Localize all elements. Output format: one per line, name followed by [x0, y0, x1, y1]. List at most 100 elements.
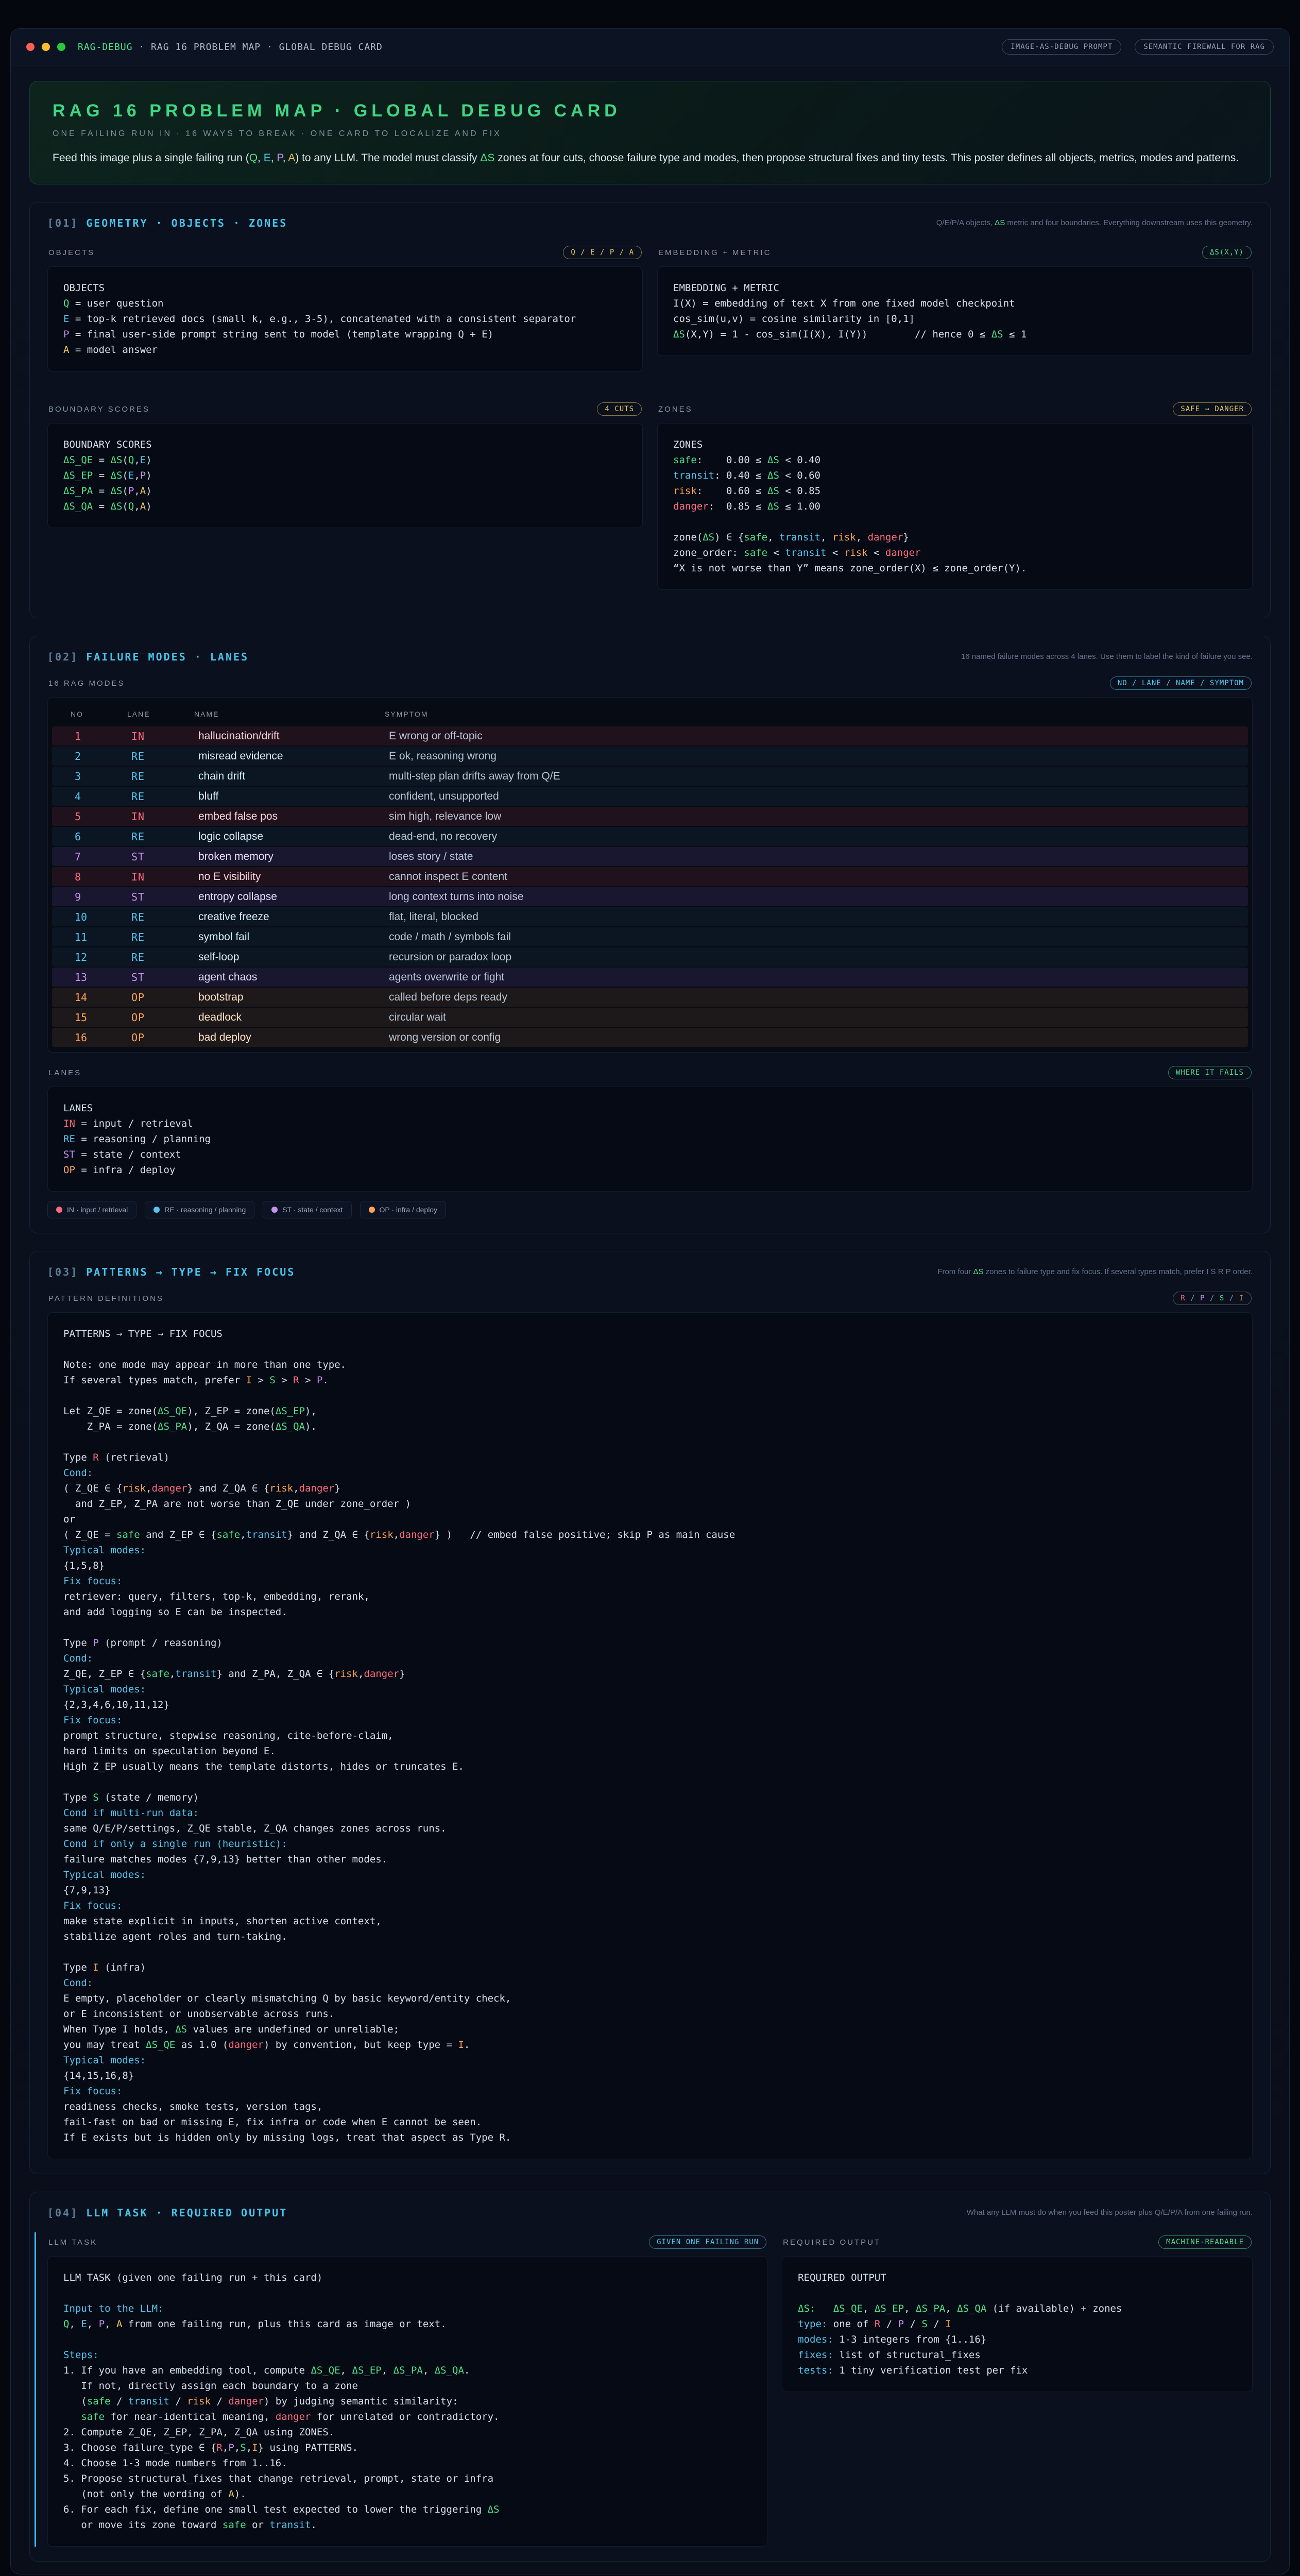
- table-row-mode-8: 8INno E visibilitycannot inspect E conte…: [52, 867, 1248, 886]
- code-line: 4. Choose 1-3 mode numbers from 1..16.: [63, 2455, 751, 2471]
- code-line: Typical modes:: [63, 1682, 1237, 1697]
- cell-lane: RE: [131, 790, 198, 803]
- table-row-mode-16: 16OPbad deploywrong version or config: [52, 1028, 1248, 1047]
- legend-chip: ST · state / context: [263, 1201, 351, 1218]
- code-line: Typical modes:: [63, 2053, 1237, 2068]
- section-failure-modes-header: [02] FAILURE MODES · LANES 16 named fail…: [47, 651, 1253, 663]
- code-line: Cond:: [63, 1651, 1237, 1666]
- window-close-icon[interactable]: [26, 43, 35, 51]
- code-line: [673, 514, 1237, 530]
- cell-no: 4: [75, 790, 131, 803]
- legend-dot-icon: [369, 1207, 375, 1213]
- code-line: Fix focus:: [63, 1713, 1237, 1728]
- cell-sym: confident, unsupported: [389, 790, 1225, 803]
- col-symptom: SYMPTOM: [385, 710, 1229, 718]
- code-line: Cond if multi-run data:: [63, 1805, 1237, 1821]
- cell-lane: RE: [131, 911, 198, 923]
- cell-lane: IN: [131, 871, 198, 883]
- legend-label: IN · input / retrieval: [67, 1206, 128, 1214]
- code-line: (not only the wording of A).: [63, 2486, 751, 2502]
- table-row-mode-12: 12REself-looprecursion or paradox loop: [52, 947, 1248, 967]
- code-line: or move its zone toward safe or transit.: [63, 2517, 751, 2533]
- window-zoom-icon[interactable]: [57, 43, 65, 51]
- cell-no: 7: [75, 851, 131, 863]
- code-line: readiness checks, smoke tests, version t…: [63, 2099, 1237, 2114]
- code-line: ΔS_EP = ΔS(E,P): [63, 468, 627, 483]
- window-title: RAG-DEBUG · RAG 16 PROBLEM MAP · GLOBAL …: [78, 42, 383, 53]
- panel-boundary-pill: 4 CUTS: [597, 402, 642, 416]
- code-line: 2. Compute Z_QE, Z_EP, Z_PA, Z_QA using …: [63, 2425, 751, 2440]
- code-line: Z_PA = zone(ΔS_PA), Z_QA = zone(ΔS_QA).: [63, 1419, 1237, 1434]
- panel-embedding: EMBEDDING + METRICΔS(X,Y) EMBEDDING + ME…: [657, 243, 1253, 371]
- code-line: [63, 1774, 1237, 1790]
- code-line: Type S (state / memory): [63, 1790, 1237, 1805]
- panel-lanes: LANESWHERE IT FAILS LANESIN = input / re…: [47, 1066, 1253, 1218]
- code-line: [63, 1342, 1237, 1357]
- code-line: [63, 1944, 1237, 1960]
- code-line: REQUIRED OUTPUT: [798, 2270, 1237, 2285]
- cell-nm: bluff: [198, 790, 389, 803]
- legend-label: RE · reasoning / planning: [164, 1206, 246, 1214]
- code-line: Type P (prompt / reasoning): [63, 1635, 1237, 1651]
- cell-sym: cannot inspect E content: [389, 871, 1225, 883]
- cell-no: 8: [75, 871, 131, 883]
- cell-sym: code / math / symbols fail: [389, 931, 1225, 943]
- section-geometry: [01] GEOMETRY · OBJECTS · ZONES Q/E/P/A …: [29, 202, 1271, 618]
- poster-content: RAG 16 PROBLEM MAP · GLOBAL DEBUG CARD O…: [11, 65, 1289, 2574]
- cell-nm: self-loop: [198, 951, 389, 963]
- cell-sym: multi-step plan drifts away from Q/E: [389, 770, 1225, 783]
- code-line: Fix focus:: [63, 1898, 1237, 1913]
- code-line: {2,3,4,6,10,11,12}: [63, 1697, 1237, 1713]
- table-row-mode-4: 4REbluffconfident, unsupported: [52, 787, 1248, 806]
- panel-llm-task: LLM TASKGIVEN ONE FAILING RUN LLM TASK (…: [35, 2232, 767, 2547]
- window-minimize-icon[interactable]: [42, 43, 50, 51]
- cell-nm: misread evidence: [198, 750, 389, 762]
- cell-lane: OP: [131, 1011, 198, 1024]
- code-line: E = top-k retrieved docs (small k, e.g.,…: [63, 311, 627, 327]
- cell-lane: RE: [131, 951, 198, 963]
- panel-required-output-label: REQUIRED OUTPUT: [783, 2238, 881, 2247]
- code-line: ( Z_QE ∈ {risk,danger} and Z_QA ∈ {risk,…: [63, 1481, 1237, 1496]
- title-bar: RAG-DEBUG · RAG 16 PROBLEM MAP · GLOBAL …: [11, 29, 1289, 65]
- legend-chip: IN · input / retrieval: [47, 1201, 136, 1218]
- section-patterns-note: From four ΔS zones to failure type and f…: [937, 1266, 1253, 1278]
- table-row-mode-5: 5INembed false possim high, relevance lo…: [52, 807, 1248, 826]
- panel-embedding-pill: ΔS(X,Y): [1202, 246, 1252, 259]
- cell-no: 14: [75, 991, 131, 1004]
- objects-codeblock: OBJECTSQ = user questionE = top-k retrie…: [47, 266, 643, 371]
- cell-lane: RE: [131, 770, 198, 783]
- table-row-mode-9: 9STentropy collapselong context turns in…: [52, 887, 1248, 906]
- code-line: Input to the LLM:: [63, 2301, 751, 2316]
- lanes-codeblock: LANESIN = input / retrievalRE = reasonin…: [47, 1087, 1253, 1192]
- cell-no: 2: [75, 750, 131, 762]
- section-llm-task-header: [04] LLM TASK · REQUIRED OUTPUT What any…: [47, 2207, 1253, 2219]
- table-row-mode-1: 1INhallucination/driftE wrong or off-top…: [52, 726, 1248, 745]
- code-line: Note: one mode may appear in more than o…: [63, 1357, 1237, 1372]
- code-line: [63, 1434, 1237, 1450]
- legend-dot-icon: [56, 1207, 62, 1213]
- code-line: A = model answer: [63, 342, 627, 358]
- cell-nm: logic collapse: [198, 831, 389, 843]
- code-line: retriever: query, filters, top-k, embedd…: [63, 1589, 1237, 1604]
- code-line: If not, directly assign each boundary to…: [63, 2378, 751, 2394]
- cell-lane: IN: [131, 730, 198, 742]
- cell-nm: broken memory: [198, 851, 389, 863]
- section-geometry-note: Q/E/P/A objects, ΔS metric and four boun…: [936, 217, 1253, 229]
- code-line: Cond:: [63, 1975, 1237, 1991]
- code-line: modes: 1-3 integers from {1..16}: [798, 2332, 1237, 2347]
- cell-sym: wrong version or config: [389, 1031, 1225, 1044]
- app-window: RAG-DEBUG · RAG 16 PROBLEM MAP · GLOBAL …: [10, 28, 1290, 2574]
- code-line: ΔS(X,Y) = 1 - cos_sim(I(X), I(Y)) // hen…: [673, 327, 1237, 342]
- cell-nm: symbol fail: [198, 931, 389, 943]
- cell-sym: circular wait: [389, 1011, 1225, 1024]
- hero-banner: RAG 16 PROBLEM MAP · GLOBAL DEBUG CARD O…: [29, 81, 1271, 184]
- legend-label: ST · state / context: [282, 1206, 343, 1214]
- code-line: Cond if only a single run (heuristic):: [63, 1836, 1237, 1852]
- cell-no: 16: [75, 1031, 131, 1044]
- cell-lane: ST: [131, 971, 198, 984]
- cell-nm: bad deploy: [198, 1031, 389, 1044]
- panel-rag-modes-label: 16 RAG MODES: [48, 679, 125, 688]
- code-line: zone(ΔS) ∈ {safe, transit, risk, danger}: [673, 530, 1237, 545]
- cell-sym: loses story / state: [389, 851, 1225, 863]
- code-line: Cond:: [63, 1465, 1237, 1481]
